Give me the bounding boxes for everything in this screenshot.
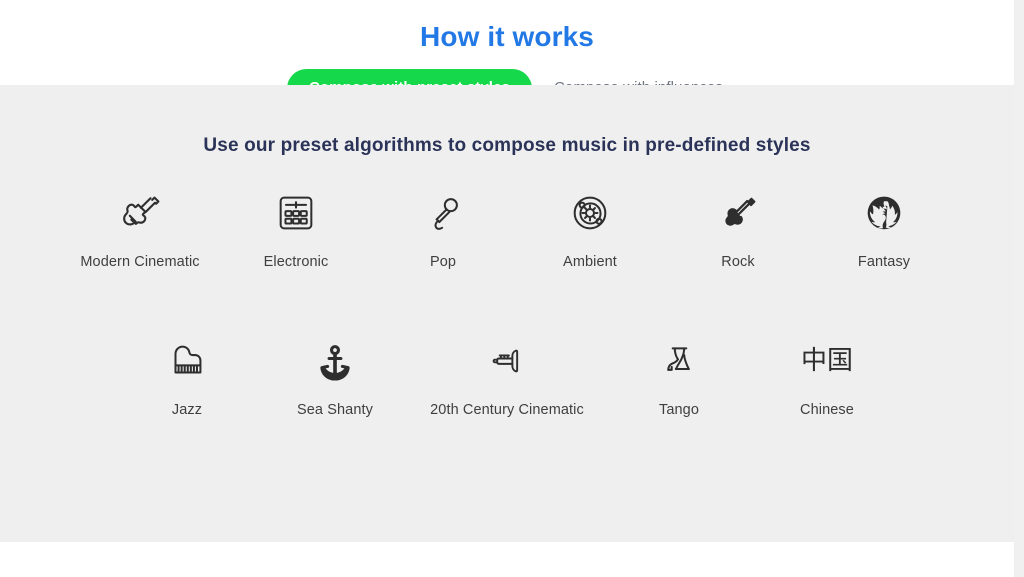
how-it-works-page: How it works Compose with preset styles … — [0, 0, 1024, 577]
style-label: Rock — [721, 254, 755, 270]
style-label: Electronic — [263, 254, 329, 270]
style-label: Fantasy — [857, 254, 911, 270]
microphone-icon — [413, 187, 473, 239]
style-item-ambient[interactable]: Ambient — [516, 187, 664, 272]
grand-piano-icon — [157, 335, 217, 387]
style-item-rock[interactable]: Rock — [664, 187, 812, 272]
style-label: Modern Cinematic — [80, 254, 200, 270]
page-title: How it works — [420, 21, 594, 52]
style-item-tango[interactable]: Tango — [605, 335, 753, 420]
style-item-modern-cinematic[interactable]: Modern Cinematic — [58, 187, 222, 272]
style-label: Tango — [658, 402, 699, 418]
styles-row-1: Modern Cinematic Electronic Pop Ambient … — [0, 187, 1014, 272]
content-column: How it works Compose with preset styles … — [0, 0, 1014, 577]
style-label: Chinese — [800, 402, 854, 418]
section-subtitle: Use our preset algorithms to compose mus… — [203, 135, 811, 156]
styles-grid: Modern Cinematic Electronic Pop Ambient … — [0, 187, 1014, 420]
violin-icon — [110, 187, 170, 239]
style-label: Jazz — [171, 402, 203, 418]
styles-row-2: Jazz Sea Shanty 20th Century Cinematic T… — [0, 335, 1014, 420]
preset-styles-section: Use our preset algorithms to compose mus… — [0, 85, 1014, 542]
style-item-jazz[interactable]: Jazz — [113, 335, 261, 420]
style-label: 20th Century Cinematic — [430, 402, 584, 418]
tango-dancers-icon — [649, 335, 709, 387]
vertical-scrollbar[interactable] — [1014, 0, 1024, 577]
style-label: Sea Shanty — [297, 402, 373, 418]
electric-guitar-icon — [708, 187, 768, 239]
style-item-20th-century-cinematic[interactable]: 20th Century Cinematic — [409, 335, 605, 420]
style-item-sea-shanty[interactable]: Sea Shanty — [261, 335, 409, 420]
style-label: Pop — [429, 254, 457, 270]
trumpet-icon — [477, 335, 537, 387]
style-item-fantasy[interactable]: Fantasy — [812, 187, 956, 272]
style-item-pop[interactable]: Pop — [370, 187, 516, 272]
style-item-chinese[interactable]: 中国 Chinese — [753, 335, 901, 420]
dragon-icon — [854, 187, 914, 239]
anchor-icon — [305, 335, 365, 387]
chinese-glyph: 中国 — [800, 346, 853, 376]
style-label: Ambient — [563, 254, 617, 270]
header-section: How it works Compose with preset styles … — [0, 0, 1014, 108]
drum-machine-icon — [266, 187, 326, 239]
chinese-characters-icon: 中国 — [797, 335, 857, 387]
atom-icon — [560, 187, 620, 239]
style-item-electronic[interactable]: Electronic — [222, 187, 370, 272]
